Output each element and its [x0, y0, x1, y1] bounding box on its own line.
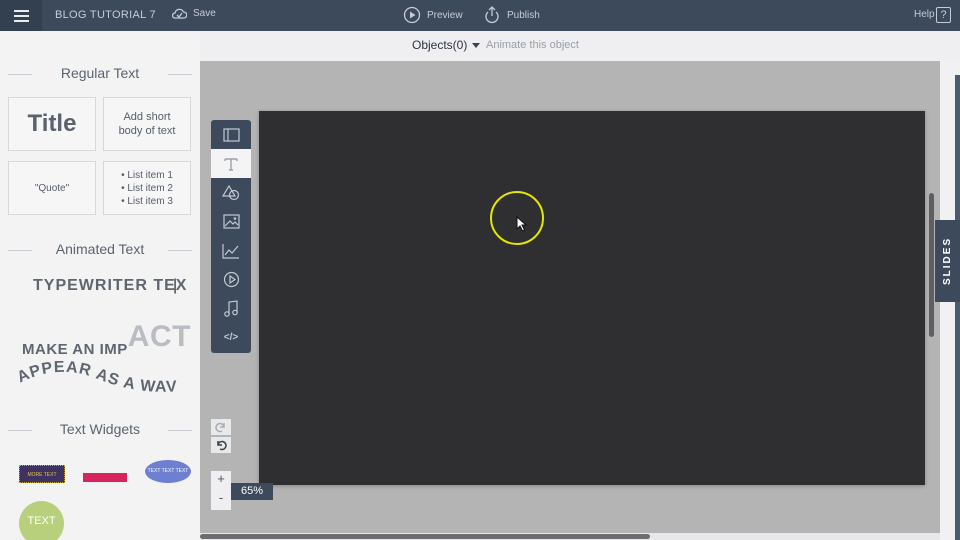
preview-label: Preview [427, 9, 463, 21]
quote-text-tile[interactable]: "Quote" [8, 161, 96, 215]
horizontal-scroll-thumb[interactable] [200, 534, 650, 539]
publish-icon [485, 6, 499, 24]
top-bar: BLOG TUTORIAL 7 Save Preview Publish Hel… [0, 0, 960, 31]
zoom-in-button[interactable]: + [211, 471, 231, 490]
history-controls [211, 419, 231, 453]
shapes-tool-button[interactable] [211, 178, 251, 207]
list-item: List item 2 [121, 182, 173, 195]
vertical-scroll-thumb[interactable] [929, 193, 934, 337]
chevron-down-icon [472, 42, 481, 48]
title-text-tile[interactable]: Title [8, 97, 96, 151]
cloud-save-icon [172, 8, 187, 19]
body-text-tile[interactable]: Add short body of text [103, 97, 191, 151]
wave-text-label: APPEAR AS A WAVE [18, 361, 177, 396]
objects-dropdown[interactable]: Objects(0) [412, 38, 481, 52]
embed-code-tool-button[interactable]: </> [211, 323, 251, 352]
chart-icon [222, 243, 239, 259]
text-tool-button[interactable] [211, 149, 251, 178]
impact-text-label: MAKE AN IMP [22, 341, 128, 358]
insert-toolbar: </> [211, 120, 251, 353]
text-library-panel: Regular Text Title Add short body of tex… [0, 31, 200, 540]
image-tool-button[interactable] [211, 207, 251, 236]
regular-text-heading: Regular Text [8, 65, 192, 81]
zoom-controls: + - [211, 471, 231, 510]
layout-tool-button[interactable] [211, 120, 251, 149]
play-circle-icon [403, 6, 421, 24]
redo-button[interactable] [211, 419, 231, 435]
slides-panel-edge [955, 75, 960, 540]
shapes-icon [222, 184, 240, 200]
text-icon [224, 157, 238, 171]
zoom-level: 65% [231, 483, 273, 500]
preview-button[interactable]: Preview [403, 6, 463, 24]
video-tool-button[interactable] [211, 265, 251, 294]
layout-icon [222, 127, 240, 142]
more-text-widget[interactable]: MORE TEXT [19, 465, 65, 483]
text-cursor-icon: | [173, 277, 178, 294]
objects-label: Objects(0) [412, 38, 468, 52]
bulleted-list: List item 1 List item 2 List item 3 [121, 169, 173, 208]
music-icon [224, 300, 238, 317]
help-icon[interactable]: ? [936, 7, 951, 23]
zoom-out-button[interactable]: - [211, 490, 231, 509]
embed-code-icon: </> [223, 332, 239, 343]
ellipse-text-widget[interactable]: TEXT TEXT TEXT [145, 460, 191, 483]
slides-panel-tab[interactable]: SLIDES [935, 220, 960, 302]
publish-button[interactable]: Publish [483, 5, 540, 25]
chart-tool-button[interactable] [211, 236, 251, 265]
animated-text-heading: Animated Text [8, 241, 192, 257]
list-item: List item 1 [121, 169, 173, 182]
image-icon [222, 214, 240, 229]
document-title[interactable]: BLOG TUTORIAL 7 [55, 9, 156, 21]
publish-label: Publish [507, 9, 540, 21]
typewriter-text-preset[interactable]: TYPEWRITER TEX [33, 277, 187, 295]
impact-text-preset[interactable]: MAKE AN IMPACT [22, 320, 191, 362]
circle-text-widget[interactable]: TEXT [19, 501, 64, 540]
redo-icon [215, 422, 225, 432]
list-text-tile[interactable]: List item 1 List item 2 List item 3 [103, 161, 191, 215]
animate-object-button[interactable]: Animate this object [486, 39, 579, 51]
list-item: List item 3 [121, 195, 173, 208]
text-widgets-heading: Text Widgets [8, 421, 192, 437]
horizontal-scrollbar[interactable] [200, 533, 940, 540]
impact-text-animated: ACT [127, 320, 191, 353]
hamburger-icon [13, 7, 29, 25]
slide-canvas[interactable] [259, 111, 925, 485]
object-bar [200, 31, 960, 61]
ribbon-widget[interactable] [83, 473, 127, 482]
save-label: Save [193, 8, 216, 19]
svg-text:APPEAR AS A WAVE: APPEAR AS A WAVE [18, 361, 178, 396]
music-tool-button[interactable] [211, 294, 251, 323]
help-link[interactable]: Help [914, 9, 935, 20]
undo-button[interactable] [211, 437, 231, 453]
wave-text-preset[interactable]: APPEAR AS A WAVE [18, 361, 184, 401]
undo-icon [217, 440, 227, 450]
video-icon [223, 271, 239, 288]
mouse-pointer-icon [516, 216, 527, 232]
save-button[interactable]: Save [172, 7, 216, 20]
main-menu-button[interactable] [0, 0, 42, 31]
